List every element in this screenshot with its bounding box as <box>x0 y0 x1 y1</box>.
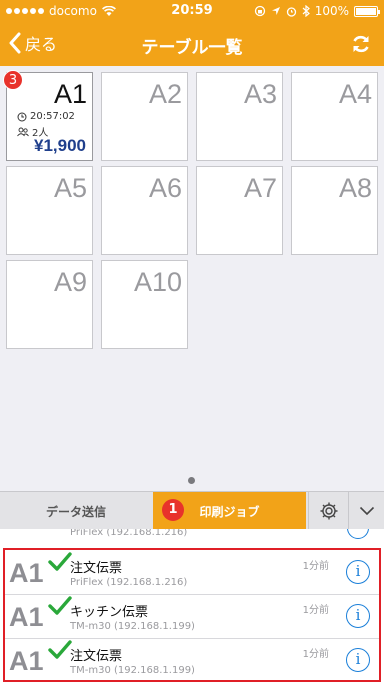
table-tile-a2[interactable]: A2 <box>101 72 188 161</box>
list-item-partial: PriFlex (192.168.1.216) <box>0 529 384 545</box>
table-tile-a3[interactable]: A3 <box>196 72 283 161</box>
navigation-bar: 戻る テーブル一覧 <box>0 22 384 66</box>
checkmark-icon <box>48 640 72 659</box>
bluetooth-icon <box>302 5 310 17</box>
info-icon[interactable]: i <box>346 560 370 584</box>
tab-print-jobs[interactable]: 1 印刷ジョブ <box>153 492 306 530</box>
table-name: A3 <box>243 79 277 109</box>
list-item[interactable]: A1 キッチン伝票 TM-m30 (192.168.1.199) 1分前 i <box>5 595 379 639</box>
info-icon[interactable]: i <box>346 604 370 628</box>
job-table: A1 <box>9 558 44 588</box>
settings-button[interactable] <box>308 492 348 530</box>
table-name: A5 <box>53 173 87 203</box>
list-item[interactable]: A1 注文伝票 TM-m30 (192.168.1.199) 1分前 i <box>5 639 379 683</box>
table-grid: A1 3 20:57:02 2人 ¥1,900 A2 A3 A4 A5 A6 A… <box>0 66 384 491</box>
table-tile-a5[interactable]: A5 <box>6 166 93 255</box>
job-printer: PriFlex (192.168.1.216) <box>70 529 188 538</box>
job-title: 注文伝票 <box>70 649 123 664</box>
job-printer: TM-m30 (192.168.1.199) <box>70 621 195 632</box>
table-tile-a6[interactable]: A6 <box>101 166 188 255</box>
job-printer: PriFlex (192.168.1.216) <box>70 577 188 588</box>
battery-icon <box>354 5 380 17</box>
table-name: A7 <box>243 173 277 203</box>
bottom-tab-bar: データ送信 1 印刷ジョブ <box>0 491 384 530</box>
table-name: A6 <box>148 173 182 203</box>
collapse-button[interactable] <box>348 492 384 530</box>
table-amount: ¥1,900 <box>34 136 86 155</box>
page-title: テーブル一覧 <box>141 38 243 58</box>
table-name: A4 <box>338 79 372 109</box>
job-printer: TM-m30 (192.168.1.199) <box>70 665 195 676</box>
info-icon[interactable]: i <box>346 648 370 672</box>
table-name: A8 <box>338 173 372 203</box>
table-name: A9 <box>53 267 87 297</box>
page-indicator <box>188 477 195 484</box>
print-job-list: PriFlex (192.168.1.216) A1 注文伝票 PriFlex … <box>0 529 384 683</box>
battery-percent: 100% <box>314 4 349 18</box>
list-item[interactable]: A1 注文伝票 PriFlex (192.168.1.216) 1分前 i <box>5 551 379 595</box>
status-bar: docomo 20:59 100% <box>0 0 384 22</box>
refresh-icon[interactable] <box>350 33 372 55</box>
tab-data-send[interactable]: データ送信 <box>0 492 152 530</box>
tab-print-jobs-label: 印刷ジョブ <box>199 504 260 519</box>
clock-icon <box>17 112 27 121</box>
guests-icon <box>17 127 29 136</box>
job-title: 注文伝票 <box>70 561 123 576</box>
job-time: 1分前 <box>302 605 329 616</box>
orientation-lock-icon <box>254 5 265 17</box>
chevron-down-icon <box>359 506 374 516</box>
order-count-badge: 3 <box>3 70 23 90</box>
job-table: A1 <box>9 602 44 632</box>
opened-time: 20:57:02 <box>30 111 75 122</box>
checkmark-icon <box>48 596 72 615</box>
table-tile-a4[interactable]: A4 <box>291 72 378 161</box>
table-name: A1 <box>53 79 87 109</box>
table-name: A2 <box>148 79 182 109</box>
job-title: キッチン伝票 <box>70 605 149 620</box>
job-time: 1分前 <box>302 649 329 660</box>
info-icon[interactable] <box>347 529 369 539</box>
alarm-icon <box>286 6 296 17</box>
table-tile-a8[interactable]: A8 <box>291 166 378 255</box>
print-job-badge: 1 <box>162 499 184 521</box>
table-tile-a10[interactable]: A10 <box>101 260 188 349</box>
table-name: A10 <box>133 267 182 297</box>
status-right: 100% <box>254 4 380 18</box>
table-tile-a1[interactable]: A1 3 20:57:02 2人 ¥1,900 <box>3 70 93 161</box>
job-table: A1 <box>9 646 44 676</box>
location-icon <box>271 7 280 15</box>
checkmark-icon <box>48 552 72 571</box>
table-tile-a7[interactable]: A7 <box>196 166 283 255</box>
table-tile-a9[interactable]: A9 <box>6 260 93 349</box>
job-time: 1分前 <box>302 561 329 572</box>
gear-icon <box>320 502 337 520</box>
opened-time-row: 20:57:02 <box>17 111 75 122</box>
